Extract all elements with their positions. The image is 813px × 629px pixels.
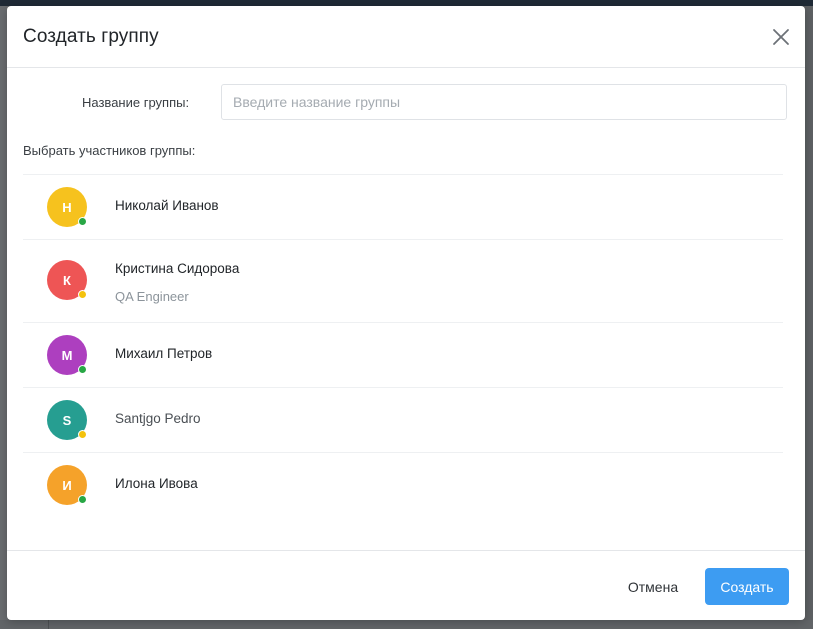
cancel-button[interactable]: Отмена [613,568,693,605]
modal-header: Создать группу [7,6,805,68]
online-status-icon [78,365,87,374]
close-icon [773,29,789,45]
create-button[interactable]: Создать [705,568,789,605]
avatar-initial: К [63,272,71,288]
member-row[interactable]: S Santjgo Pedro [23,388,783,453]
background-footer [0,620,813,629]
avatar-initial: S [62,412,72,428]
away-status-icon [78,290,87,299]
modal-footer: Отмена Создать [7,550,805,621]
online-status-icon [78,217,87,226]
avatar-initial: И [62,477,72,493]
avatar: Н [47,187,87,227]
avatar: И [47,465,87,505]
member-row[interactable]: Н Николай Иванов [23,175,783,240]
member-row[interactable]: М Михаил Петров [23,323,783,388]
member-row[interactable]: И Илона Ивова [23,453,783,517]
member-name: Кристина Сидорова [115,261,240,276]
avatar-initial: Н [62,199,72,215]
member-role: QA Engineer [115,289,189,304]
avatar: К [47,260,87,300]
group-name-input[interactable] [221,84,787,120]
online-status-icon [78,495,87,504]
member-name: Михаил Петров [115,346,213,361]
group-name-label: Название группы: [82,95,190,110]
away-status-icon [78,430,87,439]
member-row[interactable]: К Кристина Сидорова QA Engineer [23,240,783,323]
member-name: Илона Ивова [115,476,198,491]
members-list: Н Николай Иванов К Кристина Сидорова QA … [23,174,783,517]
member-name: Santjgo Pedro [115,411,201,426]
avatar: М [47,335,87,375]
create-group-modal: Создать группу Название группы: Выбрать … [7,6,805,620]
modal-title: Создать группу [23,26,159,47]
avatar: S [47,400,87,440]
close-button[interactable] [770,26,792,48]
members-label: Выбрать участников группы: [23,143,196,158]
avatar-initial: М [61,347,73,363]
member-name: Николай Иванов [115,198,219,213]
